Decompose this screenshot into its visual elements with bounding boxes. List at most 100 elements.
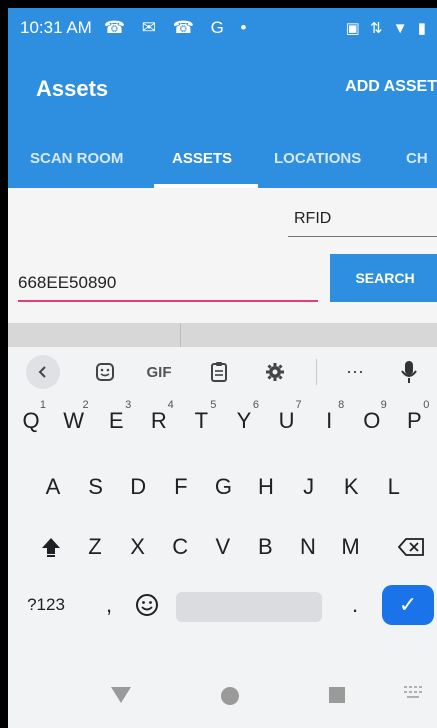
key-label: T: [194, 408, 209, 433]
keyboard-switch-icon[interactable]: [404, 686, 422, 698]
key-y[interactable]: Y6: [223, 391, 265, 451]
key-k[interactable]: K: [330, 457, 372, 517]
key-d[interactable]: D: [117, 457, 159, 517]
chevron-left-icon[interactable]: [26, 355, 60, 389]
key-s[interactable]: S: [75, 457, 117, 517]
key-label: A: [45, 474, 61, 499]
key-label: O: [363, 408, 381, 433]
key-hint-number: 2: [82, 399, 89, 411]
comma-key[interactable]: ,: [88, 575, 130, 635]
home-circle-icon[interactable]: [220, 686, 240, 706]
recents-square-icon[interactable]: [328, 686, 346, 704]
key-label: I: [326, 408, 333, 433]
key-label: H: [258, 474, 274, 499]
navigation-bar: [8, 668, 437, 728]
app-bar: Assets ADD ASSET: [8, 48, 437, 128]
search-button[interactable]: SEARCH: [330, 254, 437, 302]
key-o[interactable]: O9: [351, 391, 393, 451]
add-asset-button[interactable]: ADD ASSET: [345, 78, 437, 96]
gif-button[interactable]: GIF: [146, 359, 172, 385]
period-key[interactable]: .: [334, 575, 376, 635]
key-hint-number: 4: [167, 399, 174, 411]
key-label: F: [174, 474, 188, 499]
keyboard-row-2: ASDFGHJKL: [8, 457, 437, 517]
gear-icon[interactable]: [262, 359, 288, 385]
symbols-key[interactable]: ?123: [18, 575, 74, 635]
tab-assets[interactable]: ASSETS: [172, 150, 232, 167]
key-label: Z: [88, 534, 102, 559]
key-w[interactable]: W2: [53, 391, 95, 451]
search-type-select[interactable]: RFID: [288, 210, 437, 237]
key-f[interactable]: F: [160, 457, 202, 517]
key-label: G: [214, 474, 232, 499]
key-g[interactable]: G: [202, 457, 244, 517]
key-label: Q: [22, 408, 40, 433]
clipboard-icon[interactable]: [206, 359, 232, 385]
search-type-value: RFID: [294, 210, 332, 227]
enter-key[interactable]: ✓: [382, 585, 434, 625]
key-hint-number: 6: [252, 399, 259, 411]
backspace-key[interactable]: [390, 517, 432, 577]
key-label: V: [215, 534, 231, 559]
key-j[interactable]: J: [288, 457, 330, 517]
key-label: D: [130, 474, 147, 499]
key-label: J: [303, 474, 315, 499]
key-label: E: [108, 408, 124, 433]
sticker-icon[interactable]: [92, 359, 118, 385]
key-hint-number: 5: [210, 399, 217, 411]
key-label: N: [300, 534, 316, 559]
search-input[interactable]: [18, 266, 318, 302]
key-b[interactable]: B: [244, 517, 286, 577]
key-e[interactable]: E3: [95, 391, 137, 451]
key-t[interactable]: T5: [180, 391, 222, 451]
key-v[interactable]: V: [202, 517, 244, 577]
key-hint-number: 9: [380, 399, 387, 411]
status-bar: 10:31 AM ☎ ✉ ☎ G • ▣ ⇅ ▼ ▮: [8, 8, 437, 48]
key-z[interactable]: Z: [74, 517, 116, 577]
key-q[interactable]: Q1: [10, 391, 52, 451]
key-label: B: [258, 534, 273, 559]
key-u[interactable]: U7: [266, 391, 308, 451]
key-label: Y: [236, 408, 252, 433]
spacebar[interactable]: [176, 592, 322, 622]
key-a[interactable]: A: [32, 457, 74, 517]
status-time: 10:31 AM: [20, 18, 92, 37]
keyboard-row-3: Z X C V B NM: [8, 517, 437, 577]
key-x[interactable]: X: [117, 517, 159, 577]
key-label: X: [130, 534, 145, 559]
key-label: K: [343, 474, 359, 499]
key-m[interactable]: M: [330, 517, 372, 577]
key-label: S: [88, 474, 103, 499]
key-label: L: [387, 474, 400, 499]
key-hint-number: 1: [39, 399, 46, 411]
tab-scan-room[interactable]: SCAN ROOM: [30, 150, 123, 167]
tab-locations[interactable]: LOCATIONS: [274, 150, 361, 167]
more-options-icon[interactable]: ⋯: [342, 359, 368, 385]
tab-ch[interactable]: CH: [406, 150, 428, 167]
keyboard-row-4: ?123 , . ✓: [8, 575, 437, 635]
key-label: W: [63, 408, 84, 433]
key-hint-number: 3: [125, 399, 132, 411]
key-label: C: [172, 534, 189, 559]
key-label: R: [150, 408, 167, 433]
key-label: M: [341, 534, 360, 559]
key-h[interactable]: H: [245, 457, 287, 517]
results-header: [8, 323, 437, 347]
key-r[interactable]: R4: [138, 391, 180, 451]
device-screen: 10:31 AM ☎ ✉ ☎ G • ▣ ⇅ ▼ ▮ Assets ADD AS…: [8, 8, 437, 728]
column-divider: [180, 323, 181, 347]
notification-icons: ☎ ✉ ☎ G •: [103, 18, 253, 37]
keyboard-row-1: Q1W2E3R4T5Y6U7I8O9P0: [8, 391, 437, 451]
shift-key[interactable]: [30, 517, 72, 577]
microphone-icon[interactable]: [396, 359, 422, 385]
key-n[interactable]: N: [287, 517, 329, 577]
back-triangle-icon[interactable]: [110, 686, 132, 704]
key-p[interactable]: P0: [393, 391, 435, 451]
emoji-icon[interactable]: [126, 575, 168, 635]
search-form: RFID SEARCH: [8, 188, 437, 323]
key-hint-number: 8: [338, 399, 345, 411]
key-c[interactable]: C: [159, 517, 201, 577]
key-l[interactable]: L: [373, 457, 415, 517]
key-i[interactable]: I8: [308, 391, 350, 451]
toolbar-divider: [316, 359, 317, 385]
